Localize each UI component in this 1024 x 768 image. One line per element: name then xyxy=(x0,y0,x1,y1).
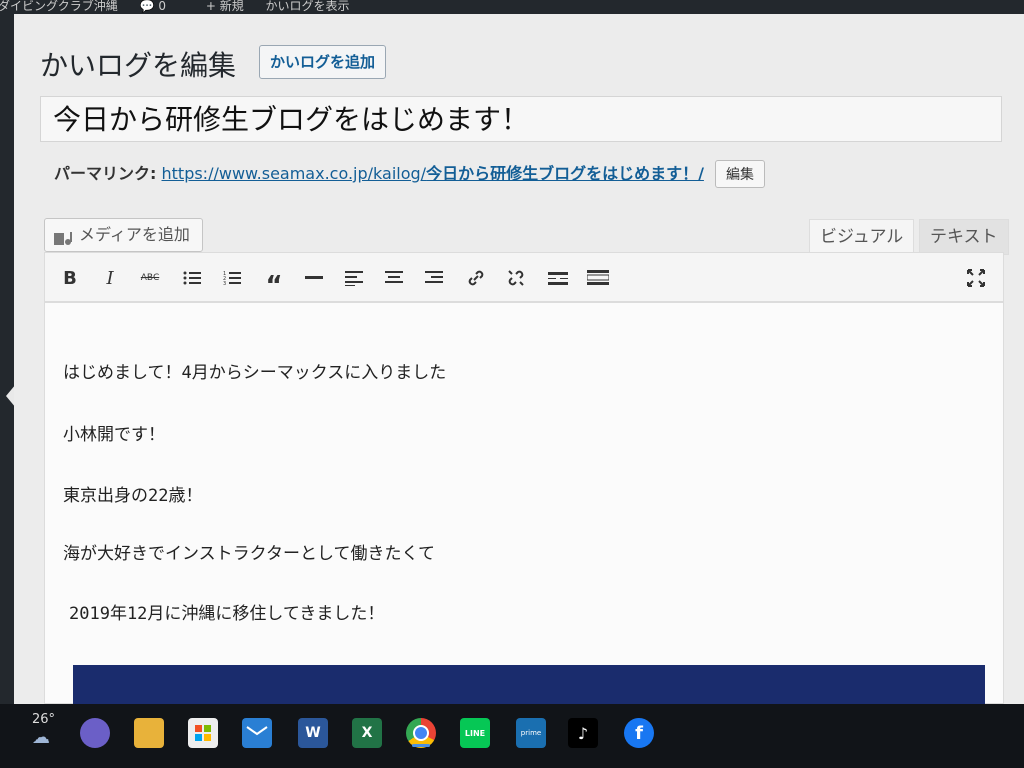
add-media-button[interactable]: メディアを追加 xyxy=(44,218,203,252)
blockquote-icon[interactable]: “ xyxy=(261,265,287,299)
admin-bar-site-name[interactable]: ダイビングクラブ沖縄 xyxy=(0,0,118,12)
page-title: かいログを編集 xyxy=(40,49,237,82)
admin-bar-new[interactable]: + 新規 xyxy=(206,0,244,12)
admin-bar-comments[interactable]: 💬 0 xyxy=(140,0,184,12)
line-icon[interactable]: LINE xyxy=(460,718,490,748)
align-center-icon[interactable] xyxy=(381,265,407,291)
teams-icon[interactable] xyxy=(80,718,110,748)
media-icon xyxy=(53,227,73,245)
permalink-base-link[interactable]: https://www.seamax.co.jp/kailog/ xyxy=(162,164,427,183)
permalink-edit-button[interactable]: 編集 xyxy=(715,160,766,188)
permalink-slug-link[interactable]: 今日から研修生ブログをはじめます！/ xyxy=(426,164,704,183)
weather-widget[interactable]: 26° ☁ xyxy=(32,712,55,748)
tiktok-icon[interactable]: ♪ xyxy=(568,718,598,748)
admin-left-menu xyxy=(0,14,16,704)
horizontal-line-icon[interactable] xyxy=(301,265,327,291)
word-icon[interactable]: W xyxy=(298,718,328,748)
content-paragraph: 2019年12月に沖縄に移住してきました！ xyxy=(69,604,385,624)
editor-toolbar: B I ABC 123 “ xyxy=(44,252,1004,302)
mail-icon[interactable] xyxy=(242,718,272,748)
admin-bar: ダイビングクラブ沖縄 💬 0 + 新規 かいログを表示 xyxy=(0,0,1024,14)
bullet-list-icon[interactable] xyxy=(179,265,205,291)
add-new-button[interactable]: かいログを追加 xyxy=(259,45,387,79)
add-media-label: メディアを追加 xyxy=(79,225,190,244)
content-paragraph: 東京出身の22歳！ xyxy=(63,486,203,506)
content-paragraph: 海が大好きでインストラクターとして働きたくて xyxy=(63,544,435,564)
content-paragraph: はじめまして！4月からシーマックスに入りました xyxy=(63,363,447,383)
microsoft-store-icon[interactable] xyxy=(188,718,218,748)
taskbar: 26° ☁ W X LINE prime ♪ f xyxy=(0,704,1024,768)
weather-icon: ☁ xyxy=(32,727,50,748)
strikethrough-icon[interactable]: ABC xyxy=(137,265,163,291)
content-paragraph: 小林開です！ xyxy=(63,425,165,445)
align-left-icon[interactable] xyxy=(341,265,367,291)
editor-content[interactable]: はじめまして！4月からシーマックスに入りました 小林開です！ 東京出身の22歳！… xyxy=(44,302,1004,704)
fullscreen-icon[interactable] xyxy=(963,265,989,291)
facebook-icon[interactable]: f xyxy=(624,718,654,748)
permalink-row: パーマリンク: https://www.seamax.co.jp/kailog/… xyxy=(54,160,766,188)
comments-count: 0 xyxy=(158,0,166,13)
permalink-label: パーマリンク: xyxy=(54,164,157,183)
content-image[interactable] xyxy=(73,665,985,704)
tab-visual[interactable]: ビジュアル xyxy=(809,219,915,254)
weather-temp: 26° xyxy=(32,712,56,727)
bold-icon[interactable]: B xyxy=(57,265,83,291)
prime-video-icon[interactable]: prime xyxy=(516,718,546,748)
align-right-icon[interactable] xyxy=(421,265,447,291)
unlink-icon[interactable] xyxy=(503,265,529,291)
link-icon[interactable] xyxy=(463,265,489,291)
numbered-list-icon[interactable]: 123 xyxy=(219,265,245,291)
excel-icon[interactable]: X xyxy=(352,718,382,748)
active-app-indicator xyxy=(412,744,430,747)
toolbar-toggle-icon[interactable] xyxy=(585,265,611,291)
edit-post-screen: かいログを編集 かいログを追加 今日から研修生ブログをはじめます！ パーマリンク… xyxy=(14,14,1024,704)
admin-bar-view[interactable]: かいログを表示 xyxy=(266,0,350,12)
post-title-input[interactable]: 今日から研修生ブログをはじめます！ xyxy=(40,96,1002,142)
tab-text[interactable]: テキスト xyxy=(919,219,1009,255)
italic-icon[interactable]: I xyxy=(97,265,123,291)
file-explorer-icon[interactable] xyxy=(134,718,164,748)
svg-text:3: 3 xyxy=(223,281,226,286)
read-more-icon[interactable] xyxy=(545,265,571,291)
